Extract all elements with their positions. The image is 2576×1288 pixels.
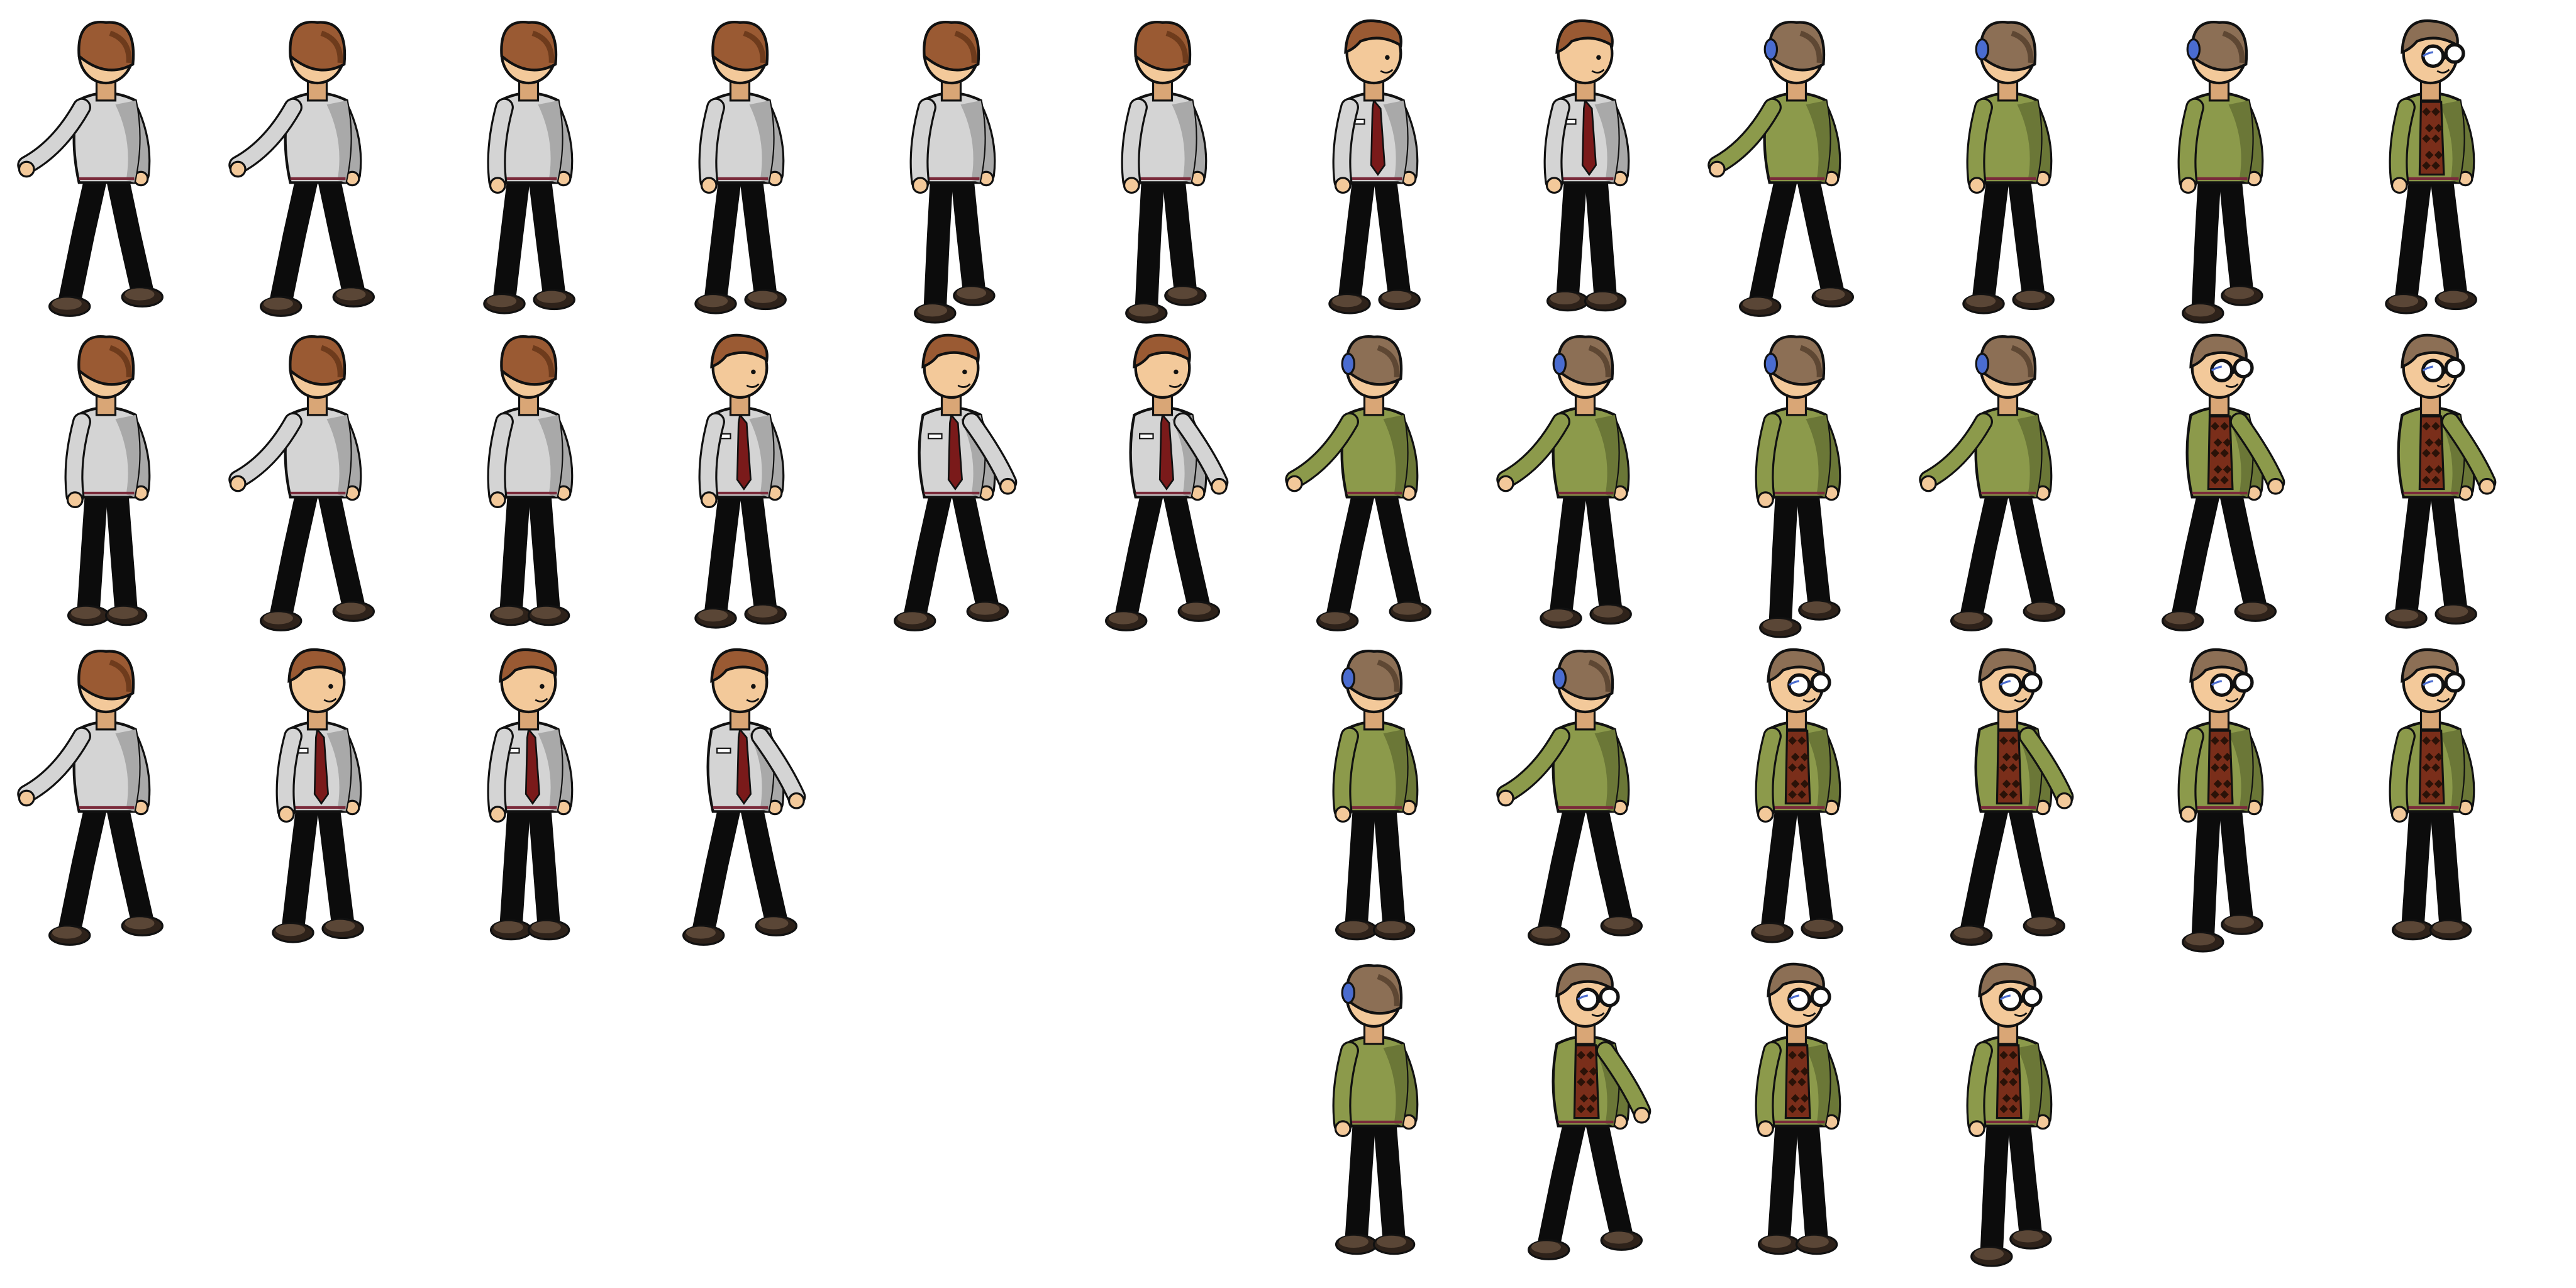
glasses-kid-sprite-20 xyxy=(1966,962,2053,1267)
office-worker-frame xyxy=(483,20,575,314)
office-worker-frame xyxy=(64,335,151,626)
office-worker-frame xyxy=(17,649,164,946)
glasses-kid-sprite-9 xyxy=(2162,333,2285,631)
glasses-kid-sprite-12 xyxy=(1496,649,1643,946)
glasses-kid-sprite-15 xyxy=(2177,648,2264,953)
office-worker-frame xyxy=(909,20,996,324)
glasses-kid-frame xyxy=(2177,20,2264,324)
sprite-sheet xyxy=(0,0,2576,1288)
glasses-kid-sprite-16 xyxy=(2389,648,2475,941)
glasses-kid-frame xyxy=(1707,20,1854,317)
glasses-kid-frame xyxy=(1332,963,1419,1255)
office-worker-sprite-11 xyxy=(487,335,574,626)
office-worker-sprite-10 xyxy=(228,335,375,631)
glasses-kid-frame xyxy=(1962,20,2055,314)
glasses-kid-frame xyxy=(2389,648,2475,941)
glasses-kid-frame xyxy=(1755,962,1841,1255)
office-worker-sprite-3 xyxy=(483,20,575,314)
glasses-kid-frame xyxy=(1496,649,1643,946)
office-worker-sprite-7 xyxy=(1328,19,1421,314)
glasses-kid-frame xyxy=(1751,648,1843,943)
office-worker-sprite-4 xyxy=(694,20,787,314)
office-worker-frame xyxy=(1121,20,1208,324)
glasses-kid-sprite-18 xyxy=(1528,962,1652,1260)
glasses-kid-sprite-3 xyxy=(2177,20,2264,324)
office-worker-sprite-15 xyxy=(17,649,164,946)
office-worker-frame xyxy=(1543,19,1630,312)
office-worker-sprite-5 xyxy=(909,20,996,324)
office-worker-frame xyxy=(17,20,164,317)
glasses-kid-sprite-7 xyxy=(1755,335,1841,638)
office-worker-frame xyxy=(894,333,1018,631)
office-worker-sprite-17 xyxy=(487,648,574,941)
office-worker-sprite-16 xyxy=(272,648,364,943)
office-worker-frame xyxy=(1105,333,1229,631)
office-worker-sprite-13 xyxy=(894,333,1018,631)
glasses-kid-frame xyxy=(2385,19,2477,314)
glasses-kid-sprite-4 xyxy=(2385,19,2477,314)
glasses-kid-frame xyxy=(1966,962,2053,1267)
office-worker-sprite-9 xyxy=(64,335,151,626)
office-worker-sprite-8 xyxy=(1543,19,1630,312)
glasses-kid-sprite-14 xyxy=(1950,648,2074,946)
glasses-kid-frame xyxy=(1285,335,1431,631)
glasses-kid-sprite-8 xyxy=(1919,335,2065,631)
glasses-kid-sprite-6 xyxy=(1496,335,1632,629)
office-worker-frame xyxy=(694,333,787,629)
glasses-kid-sprite-19 xyxy=(1755,962,1841,1255)
office-worker-frame xyxy=(487,335,574,626)
office-worker-frame xyxy=(228,20,375,317)
glasses-kid-frame xyxy=(1755,335,1841,638)
office-worker-sprite-6 xyxy=(1121,20,1208,324)
glasses-kid-sprite-5 xyxy=(1285,335,1431,631)
office-worker-frame xyxy=(487,648,574,941)
office-worker-frame xyxy=(228,335,375,631)
glasses-kid-frame xyxy=(1950,648,2074,946)
office-worker-frame xyxy=(1328,19,1421,314)
glasses-kid-sprite-1 xyxy=(1707,20,1854,317)
office-worker-sprite-1 xyxy=(17,20,164,317)
office-worker-sprite-2 xyxy=(228,20,375,317)
glasses-kid-frame xyxy=(1332,649,1419,941)
glasses-kid-sprite-17 xyxy=(1332,963,1419,1255)
glasses-kid-frame xyxy=(1528,962,1652,1260)
office-worker-sprite-18 xyxy=(682,648,806,946)
glasses-kid-sprite-10 xyxy=(2385,333,2497,629)
office-worker-frame xyxy=(272,648,364,943)
glasses-kid-frame xyxy=(2385,333,2497,629)
glasses-kid-sprite-13 xyxy=(1751,648,1843,943)
glasses-kid-frame xyxy=(1496,335,1632,629)
office-worker-sprite-12 xyxy=(694,333,787,629)
glasses-kid-frame xyxy=(2177,648,2264,953)
glasses-kid-sprite-11 xyxy=(1332,649,1419,941)
glasses-kid-sprite-2 xyxy=(1962,20,2055,314)
office-worker-frame xyxy=(694,20,787,314)
office-worker-sprite-14 xyxy=(1105,333,1229,631)
office-worker-frame xyxy=(682,648,806,946)
glasses-kid-frame xyxy=(2162,333,2285,631)
glasses-kid-frame xyxy=(1919,335,2065,631)
